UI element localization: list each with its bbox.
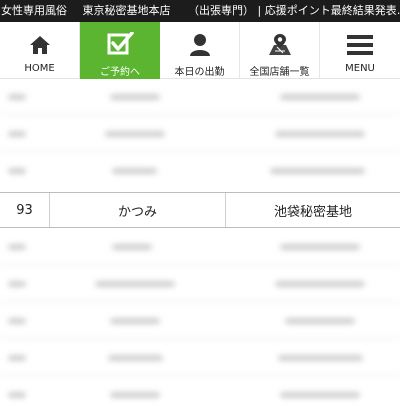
- blurred-row: [0, 377, 400, 413]
- person-icon: [185, 31, 215, 59]
- table-row[interactable]: 93 かつみ 池袋秘密基地: [0, 192, 400, 228]
- nav-home[interactable]: HOME: [0, 22, 80, 78]
- nav-reserve-label: ご予約へ: [100, 67, 140, 78]
- blurred-row: [0, 153, 400, 189]
- nav-reserve[interactable]: ご予約へ: [80, 22, 160, 82]
- store-cell[interactable]: 池袋秘密基地: [225, 193, 400, 227]
- cast-name[interactable]: かつみ: [49, 193, 225, 227]
- top-banner: 女性専用風俗 東京秘密基地本店 （出張専門） | 応援ポイント最終結果発表…: [0, 0, 400, 22]
- nav-stores[interactable]: 全国店舗一覧: [240, 22, 320, 78]
- nav-today[interactable]: 本日の出勤: [160, 22, 240, 78]
- main-nav: HOME ご予約へ 本日の出勤 全国店舗一覧 MENU: [0, 22, 400, 82]
- blurred-row: [0, 79, 400, 115]
- map-icon: [265, 31, 295, 59]
- nav-home-label: HOME: [24, 63, 55, 74]
- site-category: 女性専用風俗: [1, 4, 67, 17]
- news-ticker[interactable]: （出張専門） | 応援ポイント最終結果発表…: [188, 0, 400, 22]
- blurred-row: [0, 303, 400, 339]
- blurred-row: [0, 116, 400, 152]
- nav-today-label: 本日の出勤: [174, 67, 225, 78]
- blurred-row: [0, 229, 400, 265]
- nav-menu-label: MENU: [345, 63, 375, 74]
- checkbox-icon: [105, 31, 135, 59]
- blurred-row: [0, 340, 400, 376]
- nav-stores-label: 全国店舗一覧: [249, 67, 310, 78]
- home-icon: [25, 31, 55, 59]
- hamburger-icon: [345, 31, 375, 59]
- ranking-table: 93 かつみ 池袋秘密基地: [0, 79, 400, 400]
- row-number: 93: [16, 202, 33, 218]
- nav-menu[interactable]: MENU: [320, 22, 400, 78]
- store-name[interactable]: 東京秘密基地本店: [83, 0, 171, 22]
- blurred-row: [0, 266, 400, 302]
